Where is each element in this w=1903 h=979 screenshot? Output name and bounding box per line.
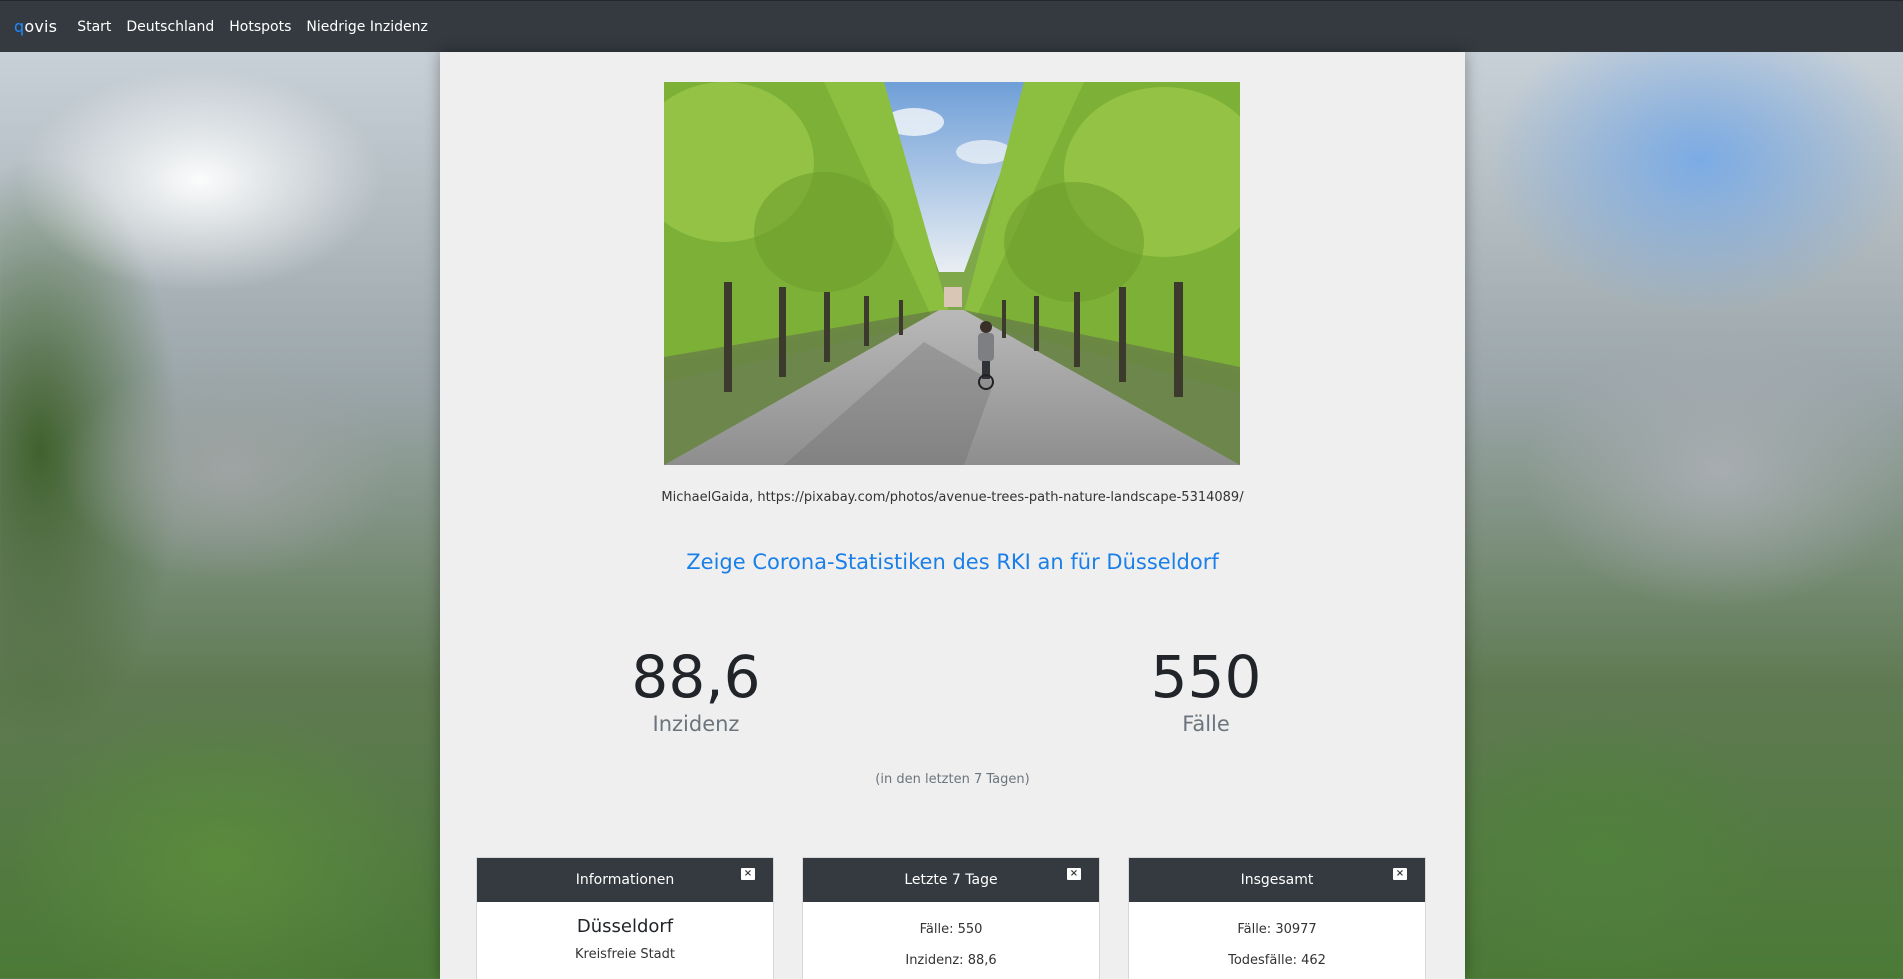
city-name: Düsseldorf (576, 916, 674, 937)
cases-stat: 550 Fälle (1076, 648, 1336, 736)
info-card: Informationen × Düsseldorf Kreisfreie St… (476, 857, 774, 979)
top-navbar: qovis Start Deutschland Hotspots Niedrig… (0, 0, 1903, 52)
last-7-days-card-title: Letzte 7 Tage (904, 872, 998, 888)
close-icon[interactable]: × (741, 868, 755, 880)
info-card-body: Düsseldorf Kreisfreie Stadt (477, 902, 773, 962)
nav-item-niedrige-inzidenz[interactable]: Niedrige Inzidenz (306, 19, 427, 35)
cases-value: 550 (1150, 643, 1262, 711)
nav-item-start[interactable]: Start (77, 19, 111, 35)
brand-logo-rest: ovis (24, 17, 58, 36)
incidence-stat: 88,6 Inzidenz (566, 648, 826, 736)
info-card-header: Informationen × (477, 858, 773, 902)
last-7-days-card-body: Fälle: 550 Inzidenz: 88,6 (803, 902, 1099, 968)
incidence-value: 88,6 (631, 643, 761, 711)
total-card: Insgesamt × Fälle: 30977 Todesfälle: 462 (1128, 857, 1426, 979)
incidence-label: Inzidenz (652, 712, 740, 736)
total-cases: Fälle: 30977 (1237, 922, 1317, 937)
info-card-title: Informationen (575, 872, 675, 888)
brand-logo-q: q (14, 17, 25, 36)
total-card-title: Insgesamt (1240, 872, 1314, 888)
time-period-note: (in den letzten 7 Tagen) (875, 772, 1030, 787)
close-icon[interactable]: × (1067, 868, 1081, 880)
total-card-body: Fälle: 30977 Todesfälle: 462 (1129, 902, 1425, 968)
week-incidence: Inzidenz: 88,6 (905, 953, 997, 968)
brand-logo[interactable]: qovis (14, 17, 57, 36)
total-deaths: Todesfälle: 462 (1228, 953, 1326, 968)
hero-photo (664, 82, 1240, 465)
statistics-headline-link[interactable]: Zeige Corona-Statistiken des RKI an für … (440, 550, 1465, 574)
last-7-days-card: Letzte 7 Tage × Fälle: 550 Inzidenz: 88,… (802, 857, 1100, 979)
city-type: Kreisfreie Stadt (574, 947, 675, 962)
week-cases: Fälle: 550 (919, 922, 983, 937)
close-icon[interactable]: × (1393, 868, 1407, 880)
last-7-days-card-header: Letzte 7 Tage × (803, 858, 1099, 902)
nav-item-hotspots[interactable]: Hotspots (229, 19, 291, 35)
photo-credit: MichaelGaida, https://pixabay.com/photos… (661, 490, 1244, 505)
tree-avenue-illustration (664, 82, 1240, 465)
main-content-panel: MichaelGaida, https://pixabay.com/photos… (440, 52, 1465, 979)
total-card-header: Insgesamt × (1129, 858, 1425, 902)
cases-label: Fälle (1182, 712, 1230, 736)
nav-item-deutschland[interactable]: Deutschland (126, 19, 214, 35)
